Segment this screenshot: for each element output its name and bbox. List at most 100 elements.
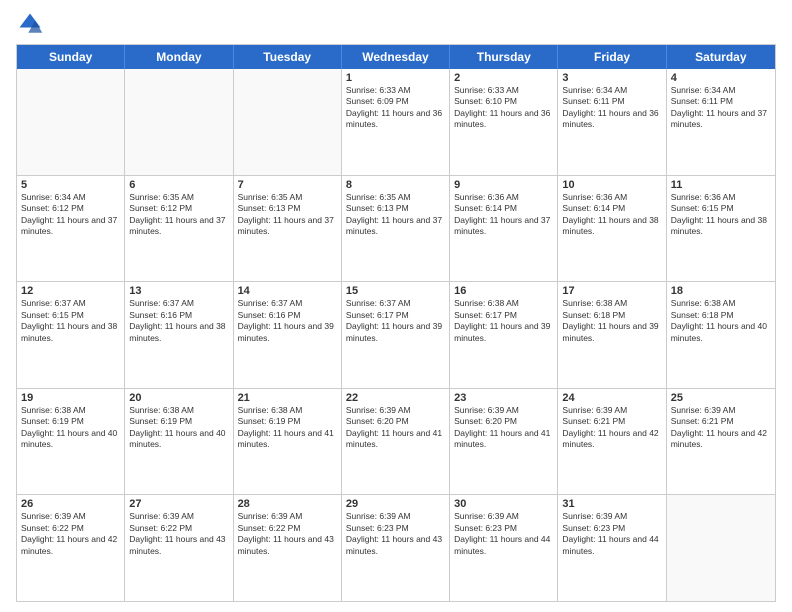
calendar-cell: 27Sunrise: 6:39 AM Sunset: 6:22 PM Dayli…	[125, 495, 233, 601]
calendar-cell: 3Sunrise: 6:34 AM Sunset: 6:11 PM Daylig…	[558, 69, 666, 175]
calendar-cell: 18Sunrise: 6:38 AM Sunset: 6:18 PM Dayli…	[667, 282, 775, 388]
day-info: Sunrise: 6:39 AM Sunset: 6:21 PM Dayligh…	[671, 405, 771, 451]
day-info: Sunrise: 6:39 AM Sunset: 6:22 PM Dayligh…	[129, 511, 228, 557]
day-number: 3	[562, 72, 661, 84]
calendar-cell: 26Sunrise: 6:39 AM Sunset: 6:22 PM Dayli…	[17, 495, 125, 601]
day-number: 19	[21, 392, 120, 404]
day-info: Sunrise: 6:39 AM Sunset: 6:22 PM Dayligh…	[238, 511, 337, 557]
calendar-cell: 11Sunrise: 6:36 AM Sunset: 6:15 PM Dayli…	[667, 176, 775, 282]
calendar-cell: 7Sunrise: 6:35 AM Sunset: 6:13 PM Daylig…	[234, 176, 342, 282]
day-info: Sunrise: 6:34 AM Sunset: 6:11 PM Dayligh…	[671, 85, 771, 131]
day-info: Sunrise: 6:38 AM Sunset: 6:18 PM Dayligh…	[671, 298, 771, 344]
day-number: 20	[129, 392, 228, 404]
day-info: Sunrise: 6:39 AM Sunset: 6:21 PM Dayligh…	[562, 405, 661, 451]
logo-icon	[16, 10, 44, 38]
header-day-tuesday: Tuesday	[234, 45, 342, 69]
calendar-cell: 22Sunrise: 6:39 AM Sunset: 6:20 PM Dayli…	[342, 389, 450, 495]
day-number: 5	[21, 179, 120, 191]
calendar-row-4: 19Sunrise: 6:38 AM Sunset: 6:19 PM Dayli…	[17, 388, 775, 495]
day-number: 23	[454, 392, 553, 404]
header-day-thursday: Thursday	[450, 45, 558, 69]
calendar: SundayMondayTuesdayWednesdayThursdayFrid…	[16, 44, 776, 602]
day-number: 24	[562, 392, 661, 404]
calendar-cell: 1Sunrise: 6:33 AM Sunset: 6:09 PM Daylig…	[342, 69, 450, 175]
calendar-cell: 15Sunrise: 6:37 AM Sunset: 6:17 PM Dayli…	[342, 282, 450, 388]
day-info: Sunrise: 6:33 AM Sunset: 6:10 PM Dayligh…	[454, 85, 553, 131]
calendar-row-1: 1Sunrise: 6:33 AM Sunset: 6:09 PM Daylig…	[17, 69, 775, 175]
day-number: 1	[346, 72, 445, 84]
day-number: 15	[346, 285, 445, 297]
header	[16, 10, 776, 38]
day-info: Sunrise: 6:39 AM Sunset: 6:23 PM Dayligh…	[346, 511, 445, 557]
day-info: Sunrise: 6:36 AM Sunset: 6:14 PM Dayligh…	[562, 192, 661, 238]
calendar-cell: 2Sunrise: 6:33 AM Sunset: 6:10 PM Daylig…	[450, 69, 558, 175]
calendar-row-2: 5Sunrise: 6:34 AM Sunset: 6:12 PM Daylig…	[17, 175, 775, 282]
day-number: 22	[346, 392, 445, 404]
day-info: Sunrise: 6:38 AM Sunset: 6:19 PM Dayligh…	[129, 405, 228, 451]
day-number: 12	[21, 285, 120, 297]
calendar-cell	[667, 495, 775, 601]
calendar-cell: 28Sunrise: 6:39 AM Sunset: 6:22 PM Dayli…	[234, 495, 342, 601]
calendar-cell: 16Sunrise: 6:38 AM Sunset: 6:17 PM Dayli…	[450, 282, 558, 388]
day-number: 9	[454, 179, 553, 191]
day-info: Sunrise: 6:39 AM Sunset: 6:23 PM Dayligh…	[454, 511, 553, 557]
day-number: 10	[562, 179, 661, 191]
calendar-cell: 19Sunrise: 6:38 AM Sunset: 6:19 PM Dayli…	[17, 389, 125, 495]
day-info: Sunrise: 6:39 AM Sunset: 6:20 PM Dayligh…	[454, 405, 553, 451]
day-info: Sunrise: 6:37 AM Sunset: 6:15 PM Dayligh…	[21, 298, 120, 344]
header-day-wednesday: Wednesday	[342, 45, 450, 69]
day-number: 26	[21, 498, 120, 510]
calendar-cell: 20Sunrise: 6:38 AM Sunset: 6:19 PM Dayli…	[125, 389, 233, 495]
calendar-cell: 8Sunrise: 6:35 AM Sunset: 6:13 PM Daylig…	[342, 176, 450, 282]
day-number: 25	[671, 392, 771, 404]
day-info: Sunrise: 6:35 AM Sunset: 6:12 PM Dayligh…	[129, 192, 228, 238]
day-number: 11	[671, 179, 771, 191]
calendar-header: SundayMondayTuesdayWednesdayThursdayFrid…	[17, 45, 775, 69]
calendar-cell: 31Sunrise: 6:39 AM Sunset: 6:23 PM Dayli…	[558, 495, 666, 601]
day-info: Sunrise: 6:34 AM Sunset: 6:12 PM Dayligh…	[21, 192, 120, 238]
calendar-cell: 25Sunrise: 6:39 AM Sunset: 6:21 PM Dayli…	[667, 389, 775, 495]
day-number: 31	[562, 498, 661, 510]
calendar-cell	[17, 69, 125, 175]
calendar-cell	[125, 69, 233, 175]
day-info: Sunrise: 6:33 AM Sunset: 6:09 PM Dayligh…	[346, 85, 445, 131]
day-info: Sunrise: 6:35 AM Sunset: 6:13 PM Dayligh…	[238, 192, 337, 238]
calendar-cell: 14Sunrise: 6:37 AM Sunset: 6:16 PM Dayli…	[234, 282, 342, 388]
day-info: Sunrise: 6:34 AM Sunset: 6:11 PM Dayligh…	[562, 85, 661, 131]
day-number: 28	[238, 498, 337, 510]
day-number: 18	[671, 285, 771, 297]
calendar-body: 1Sunrise: 6:33 AM Sunset: 6:09 PM Daylig…	[17, 69, 775, 601]
day-number: 8	[346, 179, 445, 191]
day-number: 2	[454, 72, 553, 84]
calendar-cell: 9Sunrise: 6:36 AM Sunset: 6:14 PM Daylig…	[450, 176, 558, 282]
calendar-row-3: 12Sunrise: 6:37 AM Sunset: 6:15 PM Dayli…	[17, 281, 775, 388]
day-info: Sunrise: 6:38 AM Sunset: 6:19 PM Dayligh…	[238, 405, 337, 451]
day-info: Sunrise: 6:39 AM Sunset: 6:20 PM Dayligh…	[346, 405, 445, 451]
calendar-cell: 10Sunrise: 6:36 AM Sunset: 6:14 PM Dayli…	[558, 176, 666, 282]
day-number: 27	[129, 498, 228, 510]
day-info: Sunrise: 6:37 AM Sunset: 6:16 PM Dayligh…	[129, 298, 228, 344]
day-number: 17	[562, 285, 661, 297]
calendar-cell: 17Sunrise: 6:38 AM Sunset: 6:18 PM Dayli…	[558, 282, 666, 388]
calendar-cell: 24Sunrise: 6:39 AM Sunset: 6:21 PM Dayli…	[558, 389, 666, 495]
calendar-cell: 29Sunrise: 6:39 AM Sunset: 6:23 PM Dayli…	[342, 495, 450, 601]
day-info: Sunrise: 6:36 AM Sunset: 6:14 PM Dayligh…	[454, 192, 553, 238]
day-number: 16	[454, 285, 553, 297]
calendar-cell	[234, 69, 342, 175]
calendar-row-5: 26Sunrise: 6:39 AM Sunset: 6:22 PM Dayli…	[17, 494, 775, 601]
day-info: Sunrise: 6:36 AM Sunset: 6:15 PM Dayligh…	[671, 192, 771, 238]
day-info: Sunrise: 6:39 AM Sunset: 6:23 PM Dayligh…	[562, 511, 661, 557]
day-number: 21	[238, 392, 337, 404]
day-info: Sunrise: 6:39 AM Sunset: 6:22 PM Dayligh…	[21, 511, 120, 557]
day-info: Sunrise: 6:35 AM Sunset: 6:13 PM Dayligh…	[346, 192, 445, 238]
day-number: 14	[238, 285, 337, 297]
day-number: 7	[238, 179, 337, 191]
header-day-monday: Monday	[125, 45, 233, 69]
calendar-cell: 30Sunrise: 6:39 AM Sunset: 6:23 PM Dayli…	[450, 495, 558, 601]
day-info: Sunrise: 6:38 AM Sunset: 6:19 PM Dayligh…	[21, 405, 120, 451]
calendar-cell: 6Sunrise: 6:35 AM Sunset: 6:12 PM Daylig…	[125, 176, 233, 282]
logo	[16, 10, 48, 38]
day-number: 29	[346, 498, 445, 510]
calendar-cell: 21Sunrise: 6:38 AM Sunset: 6:19 PM Dayli…	[234, 389, 342, 495]
day-info: Sunrise: 6:37 AM Sunset: 6:17 PM Dayligh…	[346, 298, 445, 344]
